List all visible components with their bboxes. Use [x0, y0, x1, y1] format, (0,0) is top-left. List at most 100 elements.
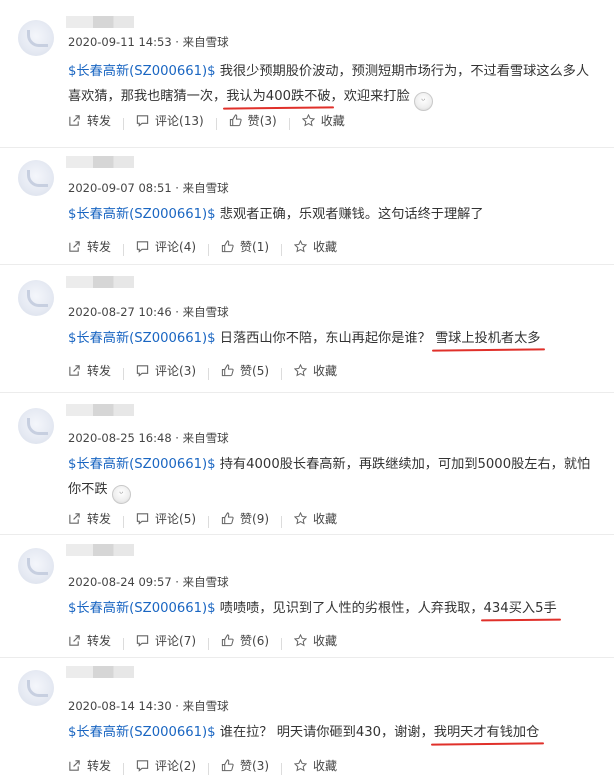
- post-meta: 2020-09-11 14:53 · 来自雪球: [68, 34, 229, 50]
- username-blurred[interactable]: [66, 666, 134, 678]
- like-button[interactable]: 赞 (9): [221, 510, 269, 527]
- comment-button[interactable]: 评论 (4): [136, 238, 196, 255]
- comment-count: (5): [179, 511, 197, 526]
- share-icon: [69, 365, 80, 376]
- divider: [208, 243, 210, 256]
- post-content: $长春高新(SZ000661)$ 啧啧啧，见识到了人性的劣根性，人弃我取，434…: [68, 596, 596, 621]
- post-source: · 来自雪球: [175, 575, 229, 589]
- like-button[interactable]: 赞 (3): [221, 757, 269, 774]
- thumb-up-icon: [221, 634, 234, 647]
- highlighted-text: 雪球上投机者太多: [435, 326, 541, 351]
- stock-link[interactable]: $长春高新(SZ000661)$: [68, 331, 216, 346]
- comment-label: 评论: [155, 364, 180, 378]
- post-time[interactable]: 2020-09-07 08:51: [68, 181, 172, 195]
- repost-label: 转发: [87, 759, 112, 773]
- favorite-label: 收藏: [320, 114, 345, 128]
- comment-button[interactable]: 评论 (2): [136, 757, 196, 774]
- repost-button[interactable]: 转发: [68, 632, 111, 649]
- post: 2020-09-07 08:51 · 来自雪球 $长春高新(SZ000661)$…: [0, 148, 614, 268]
- favorite-button[interactable]: 收藏: [294, 510, 337, 527]
- username-blurred[interactable]: [66, 276, 134, 288]
- divider: [281, 637, 283, 650]
- post-time[interactable]: 2020-08-14 14:30: [68, 699, 172, 713]
- divider: [123, 637, 125, 650]
- share-icon: [69, 241, 80, 252]
- comment-icon: [136, 365, 149, 377]
- repost-label: 转发: [87, 364, 112, 378]
- divider: [215, 117, 217, 130]
- favorite-button[interactable]: 收藏: [294, 757, 337, 774]
- like-button[interactable]: 赞 (1): [221, 238, 269, 255]
- stock-link[interactable]: $长春高新(SZ000661)$: [68, 64, 216, 79]
- comment-button[interactable]: 评论 (3): [136, 362, 196, 379]
- favorite-button[interactable]: 收藏: [294, 632, 337, 649]
- avatar[interactable]: [18, 670, 54, 706]
- highlighted-text: 我认为400跌不破: [226, 84, 330, 109]
- divider: [281, 367, 283, 380]
- thumb-up-icon: [229, 114, 242, 127]
- share-icon: [69, 115, 80, 126]
- repost-label: 转发: [87, 634, 112, 648]
- comment-icon: [136, 635, 149, 647]
- comment-icon: [136, 241, 149, 253]
- repost-button[interactable]: 转发: [68, 238, 111, 255]
- avatar[interactable]: [18, 280, 54, 316]
- stock-link[interactable]: $长春高新(SZ000661)$: [68, 725, 216, 740]
- post: 2020-08-25 16:48 · 来自雪球 $长春高新(SZ000661)$…: [0, 396, 614, 536]
- thumb-up-icon: [221, 240, 234, 253]
- favorite-button[interactable]: 收藏: [294, 238, 337, 255]
- repost-button[interactable]: 转发: [68, 112, 111, 129]
- username-blurred[interactable]: [66, 544, 134, 556]
- post: 2020-08-27 10:46 · 来自雪球 $长春高新(SZ000661)$…: [0, 268, 614, 396]
- repost-button[interactable]: 转发: [68, 510, 111, 527]
- divider: [281, 515, 283, 528]
- action-bar: 转发 评论 (2) 赞 (3) 收藏: [68, 757, 349, 775]
- thumb-up-icon: [221, 364, 234, 377]
- repost-label: 转发: [87, 114, 112, 128]
- favorite-label: 收藏: [313, 364, 338, 378]
- action-bar: 转发 评论 (3) 赞 (5) 收藏: [68, 362, 349, 380]
- like-button[interactable]: 赞 (3): [229, 112, 277, 129]
- post-time[interactable]: 2020-08-24 09:57: [68, 575, 172, 589]
- avatar[interactable]: [18, 548, 54, 584]
- post-time[interactable]: 2020-08-25 16:48: [68, 431, 172, 445]
- favorite-button[interactable]: 收藏: [301, 112, 345, 129]
- stock-link[interactable]: $长春高新(SZ000661)$: [68, 457, 216, 472]
- username-blurred[interactable]: [66, 16, 134, 28]
- post-time[interactable]: 2020-08-27 10:46: [68, 305, 172, 319]
- divider: [208, 515, 210, 528]
- action-bar: 转发 评论 (5) 赞 (9) 收藏: [68, 510, 349, 528]
- like-button[interactable]: 赞 (5): [221, 362, 269, 379]
- avatar[interactable]: [18, 408, 54, 444]
- repost-button[interactable]: 转发: [68, 362, 111, 379]
- username-blurred[interactable]: [66, 404, 134, 416]
- comment-label: 评论: [155, 240, 180, 254]
- comment-button[interactable]: 评论 (7): [136, 632, 196, 649]
- comment-count: (2): [179, 758, 197, 773]
- comment-button[interactable]: 评论 (5): [136, 510, 196, 527]
- avatar[interactable]: [18, 20, 54, 56]
- username-blurred[interactable]: [66, 156, 134, 168]
- stock-link[interactable]: $长春高新(SZ000661)$: [68, 601, 216, 616]
- repost-label: 转发: [87, 512, 112, 526]
- favorite-button[interactable]: 收藏: [294, 362, 337, 379]
- divider: [123, 762, 125, 775]
- star-icon: [294, 759, 308, 772]
- post-source: · 来自雪球: [175, 181, 229, 195]
- post-source: · 来自雪球: [175, 35, 229, 49]
- post-meta: 2020-09-07 08:51 · 来自雪球: [68, 180, 229, 196]
- share-icon: [69, 760, 80, 771]
- post-text: 悲观者正确，乐观者赚钱。这句话终于理解了: [215, 207, 484, 222]
- comment-count: (13): [179, 113, 204, 128]
- like-label: 赞: [247, 114, 260, 128]
- comment-button[interactable]: 评论 (13): [136, 112, 204, 129]
- repost-button[interactable]: 转发: [68, 757, 111, 774]
- post-source: · 来自雪球: [175, 431, 229, 445]
- post-time[interactable]: 2020-09-11 14:53: [68, 35, 172, 49]
- stock-link[interactable]: $长春高新(SZ000661)$: [68, 207, 216, 222]
- post-meta: 2020-08-27 10:46 · 来自雪球: [68, 304, 229, 320]
- like-button[interactable]: 赞 (6): [221, 632, 269, 649]
- post-content: $长春高新(SZ000661)$ 谁在拉？ 明天请你砸到430，谢谢，我明天才有…: [68, 720, 596, 745]
- avatar[interactable]: [18, 160, 54, 196]
- post: 2020-08-24 09:57 · 来自雪球 $长春高新(SZ000661)$…: [0, 536, 614, 658]
